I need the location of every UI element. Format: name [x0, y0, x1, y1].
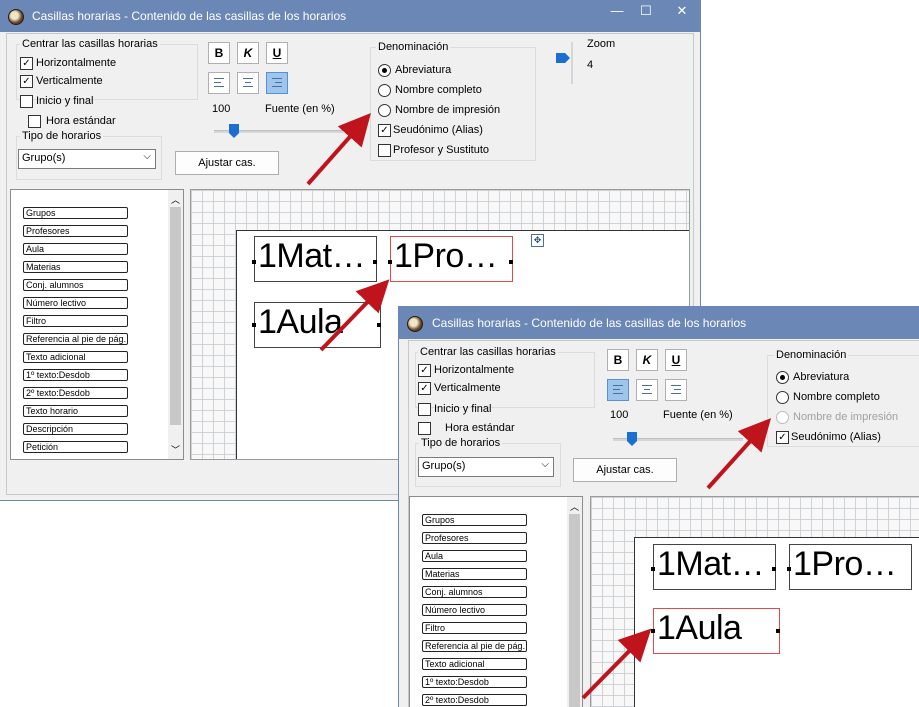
arrow-annotation: [319, 279, 390, 352]
arrow-annotation: [581, 628, 652, 700]
arrow-annotation: [306, 113, 371, 186]
arrow-annotation: [706, 418, 772, 490]
annotation-overlay: [306, 113, 772, 700]
